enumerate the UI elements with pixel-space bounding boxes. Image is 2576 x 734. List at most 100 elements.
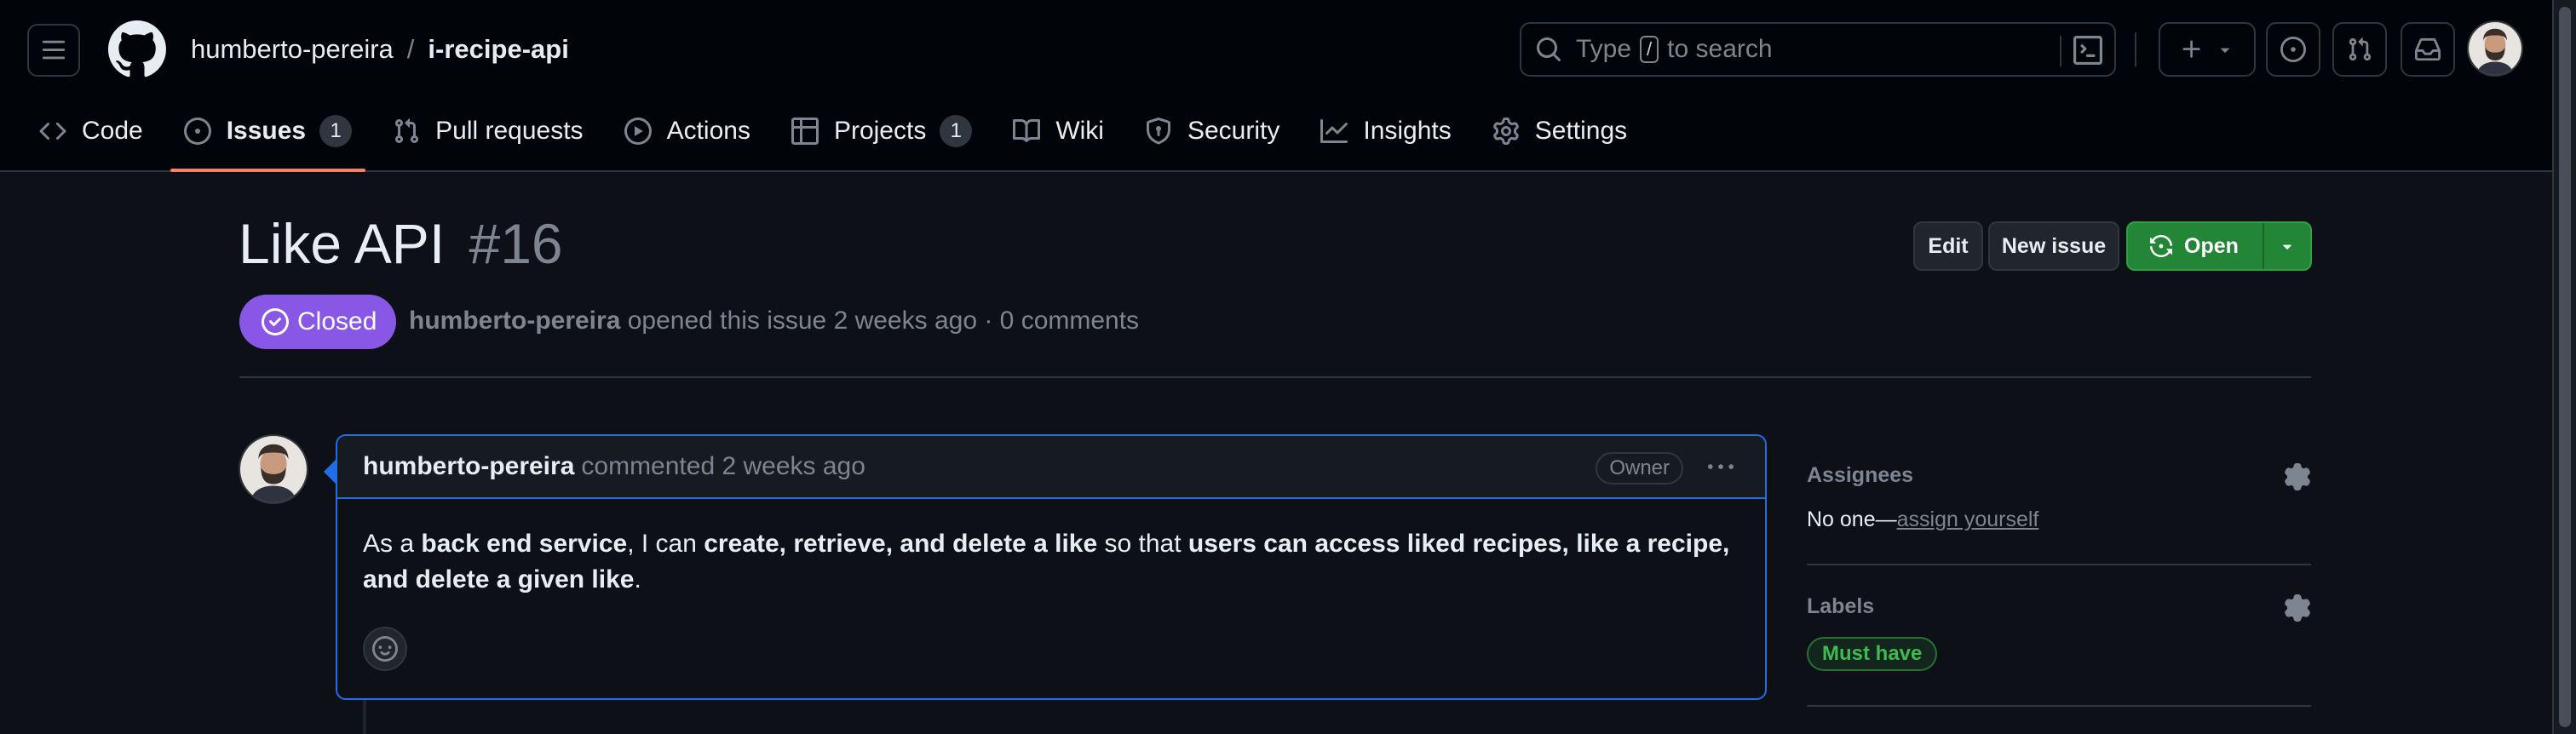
label-must-have[interactable]: Must have <box>1807 637 1938 671</box>
body-text: . <box>634 565 641 594</box>
issue-opened-icon <box>183 118 211 145</box>
tab-label: Settings <box>1534 117 1628 145</box>
new-issue-button[interactable]: New issue <box>1988 221 2119 271</box>
open-button[interactable]: Open <box>2128 223 2263 269</box>
tab-security[interactable]: Security <box>1145 106 1279 157</box>
sidebar-labels: Labels Must have <box>1807 594 2311 707</box>
assign-yourself-link[interactable]: assign yourself <box>1897 507 2039 531</box>
issue-author-link[interactable]: humberto-pereira <box>409 307 620 335</box>
tab-actions[interactable]: Actions <box>624 106 750 157</box>
create-new-button[interactable] <box>2159 22 2256 77</box>
assignees-heading[interactable]: Assignees <box>1807 463 2311 488</box>
tab-label: Actions <box>666 117 750 145</box>
labels-heading[interactable]: Labels <box>1807 594 2311 619</box>
comment: humberto-pereira commented 2 weeks ago O… <box>324 434 1767 700</box>
tab-pull-requests[interactable]: Pull requests <box>393 106 584 157</box>
search-icon <box>1537 37 1561 62</box>
tab-label: Issues <box>226 117 307 145</box>
triangle-down-icon <box>2220 48 2230 53</box>
issue-reopened-icon <box>2150 235 2172 257</box>
play-icon <box>624 118 652 145</box>
search-prefix: Type <box>1576 35 1632 63</box>
breadcrumb-repo-link[interactable]: i-recipe-api <box>428 34 568 65</box>
graph-icon <box>1320 119 1348 143</box>
owner-badge: Owner <box>1596 452 1683 485</box>
notifications-button[interactable] <box>2401 22 2455 77</box>
page-scrollbar[interactable] <box>2552 0 2576 734</box>
git-pull-request-icon <box>395 118 419 144</box>
tab-label: Code <box>82 117 143 145</box>
tab-code[interactable]: Code <box>39 106 143 157</box>
body-text: , I can <box>627 530 704 558</box>
issue-title: Like API #16 <box>239 211 563 276</box>
body-text-bold: create, retrieve, and delete a like <box>704 530 1098 558</box>
issue-opened-icon <box>2280 37 2306 62</box>
timeline-line <box>363 700 366 734</box>
your-pull-requests-button[interactable] <box>2332 22 2387 77</box>
search-input[interactable]: Type / to search <box>1520 22 2116 77</box>
tab-insights[interactable]: Insights <box>1320 106 1452 157</box>
issue-state-label: Closed <box>297 307 377 335</box>
breadcrumb: humberto-pereira / i-recipe-api <box>191 32 569 66</box>
user-avatar[interactable] <box>2467 20 2523 77</box>
tab-issues[interactable]: Issues 1 <box>170 106 366 172</box>
add-reaction-button[interactable] <box>363 627 407 671</box>
code-icon <box>39 122 66 140</box>
your-issues-button[interactable] <box>2266 22 2320 77</box>
gear-icon[interactable] <box>2284 463 2311 490</box>
book-icon <box>1013 118 1041 142</box>
issue-closed-icon <box>262 308 289 335</box>
scrollbar-thumb[interactable] <box>2559 7 2571 727</box>
tab-label: Security <box>1187 117 1280 145</box>
gear-icon[interactable] <box>2284 594 2311 622</box>
edit-button[interactable]: Edit <box>1913 221 1983 271</box>
comment-author-avatar[interactable] <box>239 434 308 504</box>
github-logo-icon[interactable] <box>108 20 166 78</box>
sidebar-assignees: Assignees No one—assign yourself <box>1807 463 2311 565</box>
hamburger-icon <box>42 40 66 60</box>
kebab-horizontal-icon[interactable] <box>1704 455 1738 480</box>
tab-label: Insights <box>1363 117 1452 145</box>
inbox-icon <box>2415 37 2441 61</box>
header-divider-line <box>239 376 2311 378</box>
open-button-label: Open <box>2184 233 2239 258</box>
tab-counter: 1 <box>319 115 353 147</box>
plus-icon <box>2182 40 2200 58</box>
issue-meta-text: opened this issue 2 weeks ago · 0 commen… <box>627 307 1140 335</box>
issue-meta: humberto-pereira opened this issue 2 wee… <box>409 307 1139 335</box>
command-palette-icon[interactable] <box>2073 36 2102 65</box>
open-options-button[interactable] <box>2264 237 2310 255</box>
git-pull-request-icon <box>2349 37 2372 61</box>
tab-wiki[interactable]: Wiki <box>1013 106 1104 157</box>
tab-label: Projects <box>833 117 927 145</box>
menu-button[interactable] <box>27 24 80 77</box>
table-icon <box>791 118 819 145</box>
comment-pointer <box>324 458 337 485</box>
tab-projects[interactable]: Projects 1 <box>791 106 973 157</box>
sidebar-divider <box>1807 564 2311 565</box>
global-header: humberto-pereira / i-recipe-api Type / t… <box>0 0 2552 172</box>
comment-body: As a back end service, I can create, ret… <box>337 499 1765 598</box>
smiley-icon <box>372 636 398 662</box>
breadcrumb-owner-link[interactable]: humberto-pereira <box>191 34 394 65</box>
issue-title-text: Like API <box>239 212 446 275</box>
search-suffix: to search <box>1667 35 1773 63</box>
tab-label: Wiki <box>1055 117 1104 145</box>
comment-timestamp[interactable]: commented 2 weeks ago <box>581 452 865 481</box>
gear-icon <box>1492 118 1519 145</box>
tab-label: Pull requests <box>435 117 584 145</box>
open-button-group: Open <box>2126 221 2312 271</box>
assignees-none-text: No one— <box>1807 507 1897 531</box>
triangle-down-icon <box>2282 244 2292 249</box>
assignees-value: No one—assign yourself <box>1807 507 2038 532</box>
shield-icon <box>1146 118 1170 145</box>
body-text: As a <box>363 530 422 558</box>
comment-author-link[interactable]: humberto-pereira <box>363 452 574 481</box>
tab-counter: 1 <box>940 115 973 147</box>
search-shortcut-key: / <box>1640 36 1659 63</box>
search-divider <box>2060 36 2061 66</box>
issue-state-badge: Closed <box>239 295 396 349</box>
tab-settings[interactable]: Settings <box>1492 106 1627 157</box>
issue-number: #16 <box>469 212 563 275</box>
body-text-bold: back end service <box>421 530 628 558</box>
